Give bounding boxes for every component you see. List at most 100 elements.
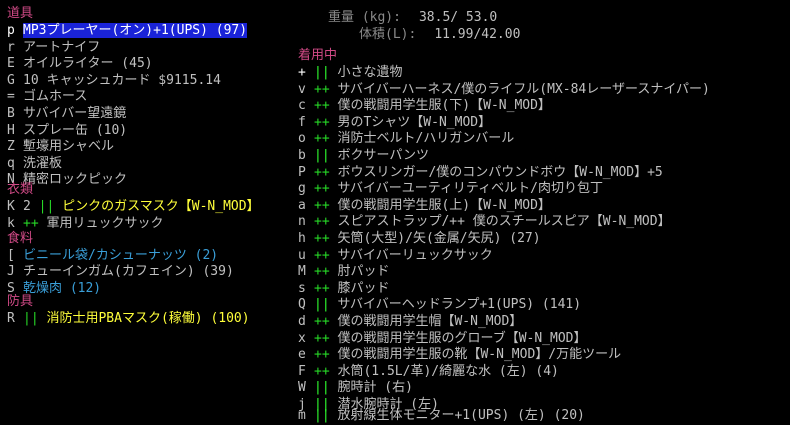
wear-status-mark: || xyxy=(23,311,39,326)
item-label: サバイバーハーネス/僕のライフル(MX-84レーザースナイパー) xyxy=(337,81,710,97)
worn-item[interactable]: g ++ サバイバーユーティリティベルト/肉切り包丁 xyxy=(298,181,603,198)
inventory-item[interactable]: Z 塹壕用シャベル xyxy=(7,139,114,156)
wear-status-mark: ++ xyxy=(314,231,330,246)
item-key: K xyxy=(7,199,15,214)
item-label: 精密ロックピック xyxy=(23,172,128,188)
worn-item[interactable]: F ++ 水筒(1.5L/革)/綺麗な水 (左) (4) xyxy=(298,364,559,381)
food-heading: 食料 xyxy=(7,231,34,246)
item-label: 軍用リュックサック xyxy=(46,215,164,231)
inventory-item[interactable]: H スプレー缶 (10) xyxy=(7,123,127,140)
item-label: サバイバーリュックサック xyxy=(337,247,493,263)
wear-status-mark: ++ xyxy=(314,330,330,346)
weight-value: 38.5/ 53.0 xyxy=(418,10,498,25)
worn-item[interactable]: d ++ 僕の戦闘用学生帽【W-N_MOD】 xyxy=(298,314,522,331)
item-count: 2 xyxy=(23,199,39,214)
inventory-item[interactable]: B サバイバー望遠鏡 xyxy=(7,106,126,123)
item-label: 膝パッド xyxy=(337,280,390,296)
worn-heading: 着用中 xyxy=(298,48,338,63)
worn-item[interactable]: P ++ ボウスリンガー/僕のコンパウンドボウ【W-N_MOD】+5 xyxy=(298,165,663,182)
item-key: p xyxy=(7,23,15,38)
wear-status-mark: ++ xyxy=(314,280,330,296)
inventory-item[interactable]: G 10 キャッシュカード $9115.14 xyxy=(7,73,221,90)
inventory-item[interactable]: K2 || ピンクのガスマスク【W-N_MOD】 xyxy=(7,199,260,216)
item-key: k xyxy=(7,215,15,231)
item-key: W xyxy=(298,380,306,396)
worn-item[interactable]: o ++ 消防士ベルト/ハリガンバール xyxy=(298,131,514,148)
item-key: f xyxy=(298,114,306,130)
item-label: 塹壕用シャベル xyxy=(23,139,115,155)
item-key: u xyxy=(298,247,306,263)
item-key: E xyxy=(7,56,15,72)
tools-heading: 道具 xyxy=(7,6,34,21)
worn-item[interactable]: a ++ 僕の戦闘用学生服(上)【W-N_MOD】 xyxy=(298,198,551,215)
item-key: h xyxy=(298,231,306,246)
clothing-heading: 衣類 xyxy=(7,182,34,197)
item-label: サバイバーユーティリティベルト/肉切り包丁 xyxy=(337,181,603,197)
volume-value: 11.99/42.00 xyxy=(434,27,521,42)
inventory-item[interactable]: r アートナイフ xyxy=(7,40,100,57)
item-key: G xyxy=(7,72,15,88)
item-key: F xyxy=(298,363,306,379)
item-label: 水筒(1.5L/革)/綺麗な水 (左) (4) xyxy=(337,363,559,379)
item-key: + xyxy=(298,65,306,80)
wear-status-mark: ++ xyxy=(314,81,330,97)
inventory-item[interactable]: R || 消防士用PBAマスク(稼働) (100) xyxy=(7,311,250,328)
item-key: q xyxy=(7,155,15,171)
worn-item[interactable]: M ++ 肘パッド xyxy=(298,264,390,281)
worn-item[interactable]: m || 放射線生体モニター+1(UPS) (左) (20) xyxy=(298,408,585,425)
worn-item[interactable]: x ++ 僕の戦闘用学生服のグローブ【W-N_MOD】 xyxy=(298,331,587,348)
worn-item[interactable]: f ++ 男のTシャツ【W-N_MOD】 xyxy=(298,115,491,132)
inventory-item[interactable]: E オイルライター (45) xyxy=(7,56,153,73)
volume-row: 体積(L): 11.99/42.00 xyxy=(359,27,520,44)
inventory-item[interactable]: k ++ 軍用リュックサック xyxy=(7,216,164,233)
worn-item[interactable]: b || ボクサーパンツ xyxy=(298,148,429,165)
wear-status-mark: || xyxy=(314,297,330,313)
worn-item[interactable]: s ++ 膝パッド xyxy=(298,281,390,298)
item-key: v xyxy=(298,81,306,97)
item-key: M xyxy=(298,264,306,280)
item-key: H xyxy=(7,122,15,138)
item-label: 放射線生体モニター+1(UPS) (左) (20) xyxy=(337,408,585,423)
wear-status-mark: ++ xyxy=(314,197,330,213)
item-key: = xyxy=(7,89,15,105)
inventory-item[interactable]: = ゴムホース xyxy=(7,89,87,106)
wear-status-mark: ++ xyxy=(314,347,330,363)
item-label: ボクサーパンツ xyxy=(337,148,430,163)
worn-item[interactable]: u ++ サバイバーリュックサック xyxy=(298,248,493,265)
inventory-item[interactable]: q 洗濯板 xyxy=(7,156,62,173)
worn-item[interactable]: W || 腕時計 (右) xyxy=(298,380,413,397)
worn-item[interactable]: h ++ 矢筒(大型)/矢(金属/矢尻) (27) xyxy=(298,231,541,248)
item-label: 小さな遺物 xyxy=(337,65,403,80)
item-label: 僕の戦闘用学生服(下)【W-N_MOD】 xyxy=(337,98,551,114)
worn-item[interactable]: v ++ サバイバーハーネス/僕のライフル(MX-84レーザースナイパー) xyxy=(298,82,710,99)
worn-item[interactable]: c ++ 僕の戦闘用学生服(下)【W-N_MOD】 xyxy=(298,98,551,115)
item-label: 僕の戦闘用学生服のグローブ【W-N_MOD】 xyxy=(337,330,587,346)
item-label: 僕の戦闘用学生帽【W-N_MOD】 xyxy=(337,314,523,329)
wear-status-mark: ++ xyxy=(23,215,39,231)
item-key: Z xyxy=(7,139,15,155)
item-label: ビニール袋/カシューナッツ (2) xyxy=(23,247,219,263)
item-label: 僕の戦闘用学生服の靴【W-N_MOD】/万能ツール xyxy=(337,347,622,363)
inventory-item[interactable]: J チューインガム(カフェイン) (39) xyxy=(7,264,234,281)
wear-status-mark: || xyxy=(314,380,330,396)
item-key: B xyxy=(7,106,15,121)
item-label: スピアストラップ/++ 僕のスチールスピア【W-N_MOD】 xyxy=(337,214,671,230)
item-key: x xyxy=(298,330,306,346)
item-label: 矢筒(大型)/矢(金属/矢尻) (27) xyxy=(337,231,541,246)
wear-status-mark: ++ xyxy=(314,98,330,114)
inventory-item[interactable]: [ビニール袋/カシューナッツ (2) xyxy=(7,248,218,265)
worn-item[interactable]: e ++ 僕の戦闘用学生服の靴【W-N_MOD】/万能ツール xyxy=(298,347,621,364)
wear-status-mark: || xyxy=(314,148,330,163)
worn-item[interactable]: + || 小さな遺物 xyxy=(298,65,403,82)
item-label: 僕の戦闘用学生服(上)【W-N_MOD】 xyxy=(337,197,551,213)
item-key: b xyxy=(298,148,306,163)
worn-item[interactable]: n ++ スピアストラップ/++ 僕のスチールスピア【W-N_MOD】 xyxy=(298,214,671,231)
wear-status-mark: ++ xyxy=(314,363,330,379)
wear-status-mark: || xyxy=(38,199,55,214)
wear-status-mark: ++ xyxy=(314,264,330,280)
wear-status-mark: ++ xyxy=(314,114,330,130)
item-label: 乾燥肉 (12) xyxy=(23,280,102,296)
worn-item[interactable]: Q || サバイバーヘッドランプ+1(UPS) (141) xyxy=(298,297,581,314)
inventory-item-selected[interactable]: p MP3プレーヤー(オン)+1(UPS) (97) xyxy=(7,23,248,40)
item-key: g xyxy=(298,181,306,197)
